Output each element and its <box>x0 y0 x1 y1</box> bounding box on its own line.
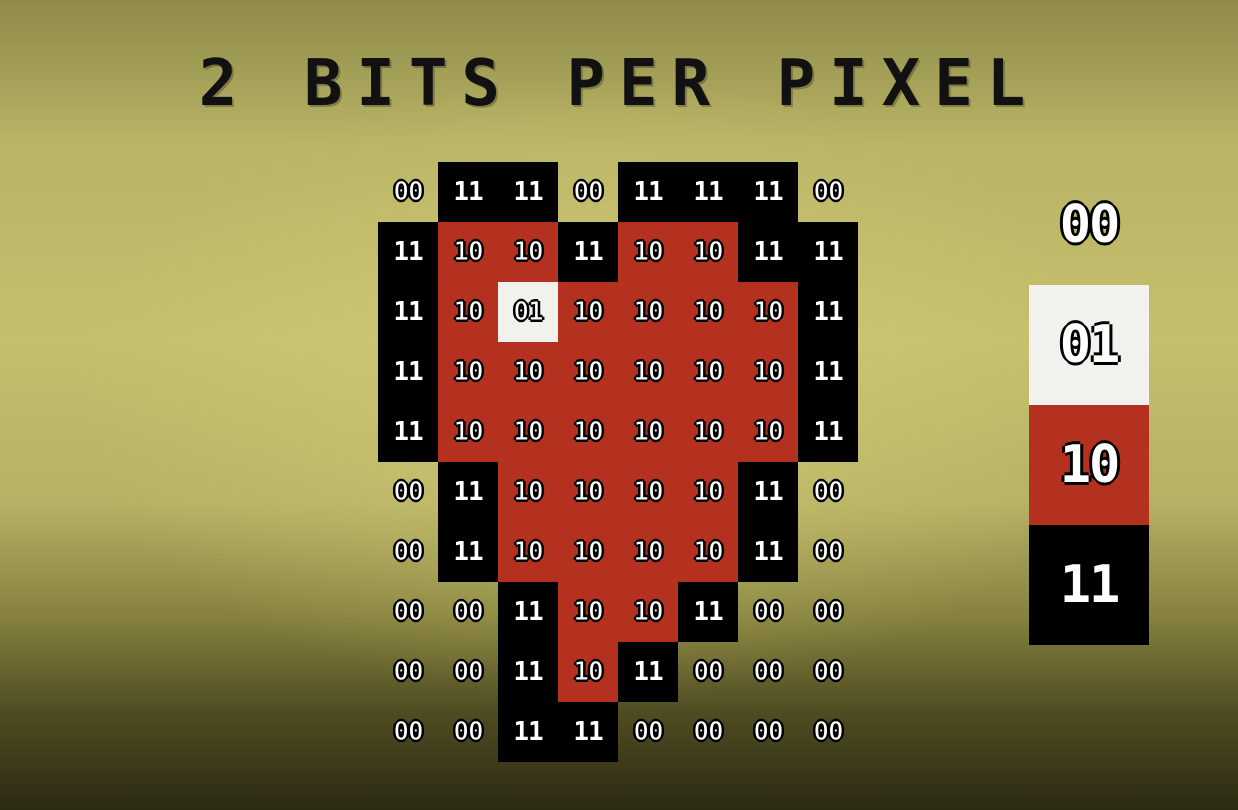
pixel-cell: 10 <box>618 462 678 522</box>
pixel-cell: 00 <box>393 717 424 748</box>
pixel-cell: 11 <box>498 162 558 222</box>
pixel-cell: 10 <box>678 522 738 582</box>
pixel-cell: 11 <box>618 162 678 222</box>
pixel-cell: 11 <box>498 642 558 702</box>
pixel-cell: 00 <box>633 717 664 748</box>
pixel-cell: 11 <box>378 222 438 282</box>
pixel-cell: 10 <box>558 282 618 342</box>
pixel-cell: 00 <box>753 717 784 748</box>
pixel-cell: 11 <box>738 462 798 522</box>
pixel-cell: 10 <box>558 402 618 462</box>
pixel-cell: 11 <box>378 402 438 462</box>
pixel-cell: 10 <box>678 402 738 462</box>
pixel-cell: 10 <box>498 402 558 462</box>
pixel-cell: 10 <box>738 282 798 342</box>
pixel-cell: 10 <box>618 522 678 582</box>
page-title: 2 BITS PER PIXEL <box>198 47 1040 121</box>
pixel-cell: 00 <box>813 717 844 748</box>
pixel-cell: 11 <box>798 282 858 342</box>
pixel-cell: 11 <box>618 642 678 702</box>
pixel-cell: 11 <box>378 342 438 402</box>
pixel-cell: 10 <box>558 522 618 582</box>
pixel-cell: 00 <box>453 717 484 748</box>
pixel-grid: 00 11 11 00 11 11 11 00 11 10 10 11 10 10 11 11 11 10 01 10… <box>378 162 858 762</box>
pixel-cell: 11 <box>738 222 798 282</box>
pixel-cell: 10 <box>498 462 558 522</box>
pixel-cell: 11 <box>738 162 798 222</box>
pixel-cell: 00 <box>393 177 424 208</box>
pixel-cell: 10 <box>678 462 738 522</box>
pixel-cell: 11 <box>678 162 738 222</box>
pixel-cell: 00 <box>813 477 844 508</box>
pixel-cell: 10 <box>678 342 738 402</box>
pixel-cell: 00 <box>393 477 424 508</box>
pixel-cell: 00 <box>813 177 844 208</box>
pixel-cell: 10 <box>618 222 678 282</box>
pixel-cell: 11 <box>438 462 498 522</box>
pixel-cell: 10 <box>498 522 558 582</box>
pixel-cell: 00 <box>813 657 844 688</box>
pixel-cell: 00 <box>573 177 604 208</box>
pixel-cell: 11 <box>798 402 858 462</box>
pixel-cell: 10 <box>558 582 618 642</box>
pixel-cell: 10 <box>618 402 678 462</box>
pixel-cell: 11 <box>558 702 618 762</box>
pixel-cell: 10 <box>498 342 558 402</box>
pixel-cell: 10 <box>438 222 498 282</box>
pixel-cell: 00 <box>393 597 424 628</box>
pixel-cell: 01 <box>498 282 558 342</box>
pixel-cell: 10 <box>618 582 678 642</box>
pixel-cell: 10 <box>738 342 798 402</box>
pixel-cell: 10 <box>678 282 738 342</box>
legend-swatch-10: 10 <box>1029 405 1149 525</box>
legend-swatch-11: 11 <box>1029 525 1149 645</box>
pixel-cell: 11 <box>438 162 498 222</box>
pixel-cell: 10 <box>678 222 738 282</box>
pixel-cell: 00 <box>813 597 844 628</box>
pixel-cell: 11 <box>798 222 858 282</box>
pixel-cell: 00 <box>393 657 424 688</box>
pixel-cell: 10 <box>738 402 798 462</box>
pixel-cell: 00 <box>453 597 484 628</box>
legend-swatch-01: 01 <box>1029 285 1149 405</box>
pixel-cell: 10 <box>558 642 618 702</box>
pixel-cell: 00 <box>393 537 424 568</box>
pixel-cell: 10 <box>438 282 498 342</box>
pixel-cell: 11 <box>438 522 498 582</box>
pixel-cell: 00 <box>693 717 724 748</box>
pixel-cell: 10 <box>438 342 498 402</box>
pixel-cell: 11 <box>738 522 798 582</box>
color-legend: 00 01 10 11 <box>1029 165 1149 645</box>
pixel-cell: 00 <box>753 657 784 688</box>
pixel-cell: 11 <box>798 342 858 402</box>
pixel-cell: 10 <box>618 282 678 342</box>
pixel-cell: 11 <box>498 702 558 762</box>
pixel-cell: 11 <box>558 222 618 282</box>
pixel-cell: 10 <box>438 402 498 462</box>
pixel-cell: 00 <box>753 597 784 628</box>
pixel-cell: 11 <box>678 582 738 642</box>
pixel-cell: 10 <box>498 222 558 282</box>
pixel-cell: 00 <box>693 657 724 688</box>
pixel-cell: 10 <box>558 342 618 402</box>
legend-swatch-00: 00 <box>1059 195 1121 255</box>
pixel-cell: 11 <box>378 282 438 342</box>
pixel-cell: 11 <box>498 582 558 642</box>
pixel-cell: 10 <box>618 342 678 402</box>
pixel-cell: 00 <box>453 657 484 688</box>
pixel-cell: 00 <box>813 537 844 568</box>
pixel-cell: 10 <box>558 462 618 522</box>
